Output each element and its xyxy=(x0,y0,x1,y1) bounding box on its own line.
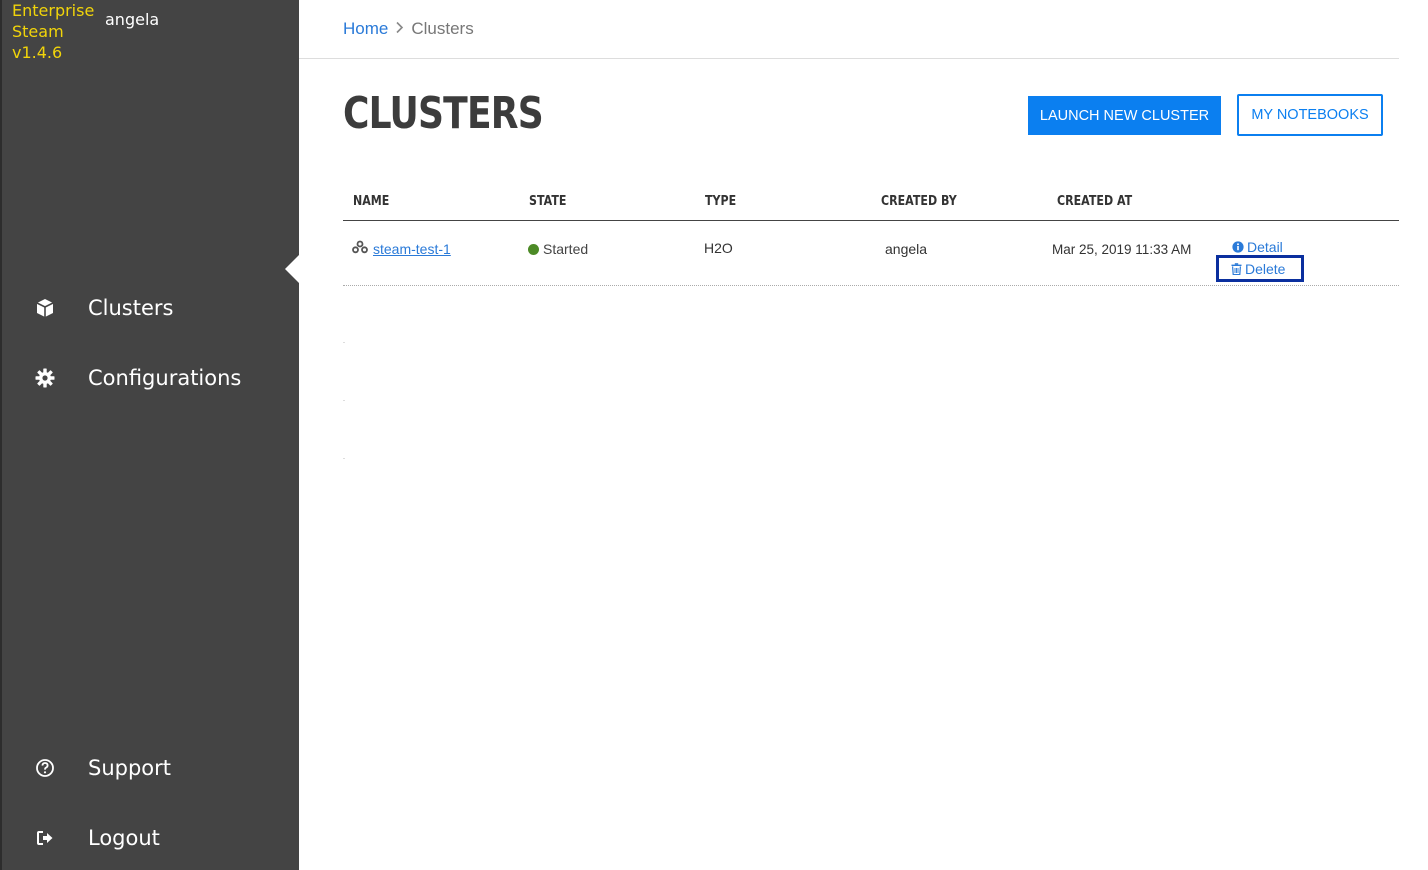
my-notebooks-button[interactable]: MY NOTEBOOKS xyxy=(1237,94,1383,136)
sidebar-item-logout[interactable]: Logout xyxy=(34,823,160,853)
detail-label: Detail xyxy=(1247,239,1283,255)
column-header-state[interactable]: STATE xyxy=(529,194,566,209)
column-header-name[interactable]: NAME xyxy=(353,194,389,209)
cluster-state-cell: Started xyxy=(528,241,588,257)
cluster-created-by-cell: angela xyxy=(885,241,928,257)
gear-icon xyxy=(34,367,56,389)
cluster-name-link[interactable]: steam-test-1 xyxy=(373,241,451,257)
brand-line-2: Steam xyxy=(12,22,64,41)
sidebar-item-label: Logout xyxy=(88,826,160,850)
app-root: Enterprise Steam v1.4.6 angela Clusters … xyxy=(0,0,1428,870)
divider xyxy=(343,400,345,401)
table-header: NAME STATE TYPE CREATED BY CREATED AT xyxy=(343,190,1399,221)
status-text: Started xyxy=(543,241,589,257)
table-row: steam-test-1 Started H2O angela Mar 25, … xyxy=(343,221,1399,286)
delete-label: Delete xyxy=(1245,260,1286,277)
breadcrumb: Home Clusters xyxy=(343,19,474,39)
sidebar-item-label: Configurations xyxy=(88,366,242,390)
sidebar-item-clusters[interactable]: Clusters xyxy=(34,293,173,323)
sidebar-item-configurations[interactable]: Configurations xyxy=(34,363,241,393)
current-user: angela xyxy=(105,10,160,29)
brand-version: v1.4.6 xyxy=(12,43,63,62)
chevron-right-icon xyxy=(395,21,404,38)
column-header-type[interactable]: TYPE xyxy=(705,194,736,209)
help-circle-icon xyxy=(34,757,56,779)
launch-new-cluster-button[interactable]: LAUNCH NEW CLUSTER xyxy=(1028,96,1221,135)
brand-line-1: Enterprise xyxy=(12,1,95,20)
detail-link[interactable]: Detail xyxy=(1232,239,1283,255)
active-indicator xyxy=(285,253,301,285)
page-title: CLUSTERS xyxy=(343,88,544,139)
column-header-created-by[interactable]: CREATED BY xyxy=(881,194,957,209)
trash-icon xyxy=(1231,262,1242,275)
cluster-created-at-cell: Mar 25, 2019 11:33 AM xyxy=(1052,242,1192,257)
sidebar-item-label: Clusters xyxy=(88,296,174,320)
cluster-type-cell: H2O xyxy=(704,240,733,256)
logout-icon xyxy=(34,827,56,849)
info-icon xyxy=(1232,241,1244,253)
cube-icon xyxy=(34,297,56,319)
delete-link[interactable]: Delete xyxy=(1216,255,1304,282)
cluster-icon xyxy=(351,240,369,257)
row-actions: Detail Delete xyxy=(1216,239,1304,282)
brand-logo: Enterprise Steam v1.4.6 xyxy=(12,0,102,63)
cluster-name-cell: steam-test-1 xyxy=(351,240,451,257)
sidebar-item-support[interactable]: Support xyxy=(34,753,171,783)
divider xyxy=(343,458,345,459)
breadcrumb-home-link[interactable]: Home xyxy=(343,19,388,39)
status-dot-icon xyxy=(528,243,539,255)
sidebar-item-label: Support xyxy=(88,756,172,780)
divider xyxy=(343,342,345,343)
breadcrumb-current: Clusters xyxy=(411,19,474,38)
sidebar: Enterprise Steam v1.4.6 angela Clusters … xyxy=(0,0,301,870)
column-header-created-at[interactable]: CREATED AT xyxy=(1057,194,1132,209)
header-divider xyxy=(299,58,1399,59)
